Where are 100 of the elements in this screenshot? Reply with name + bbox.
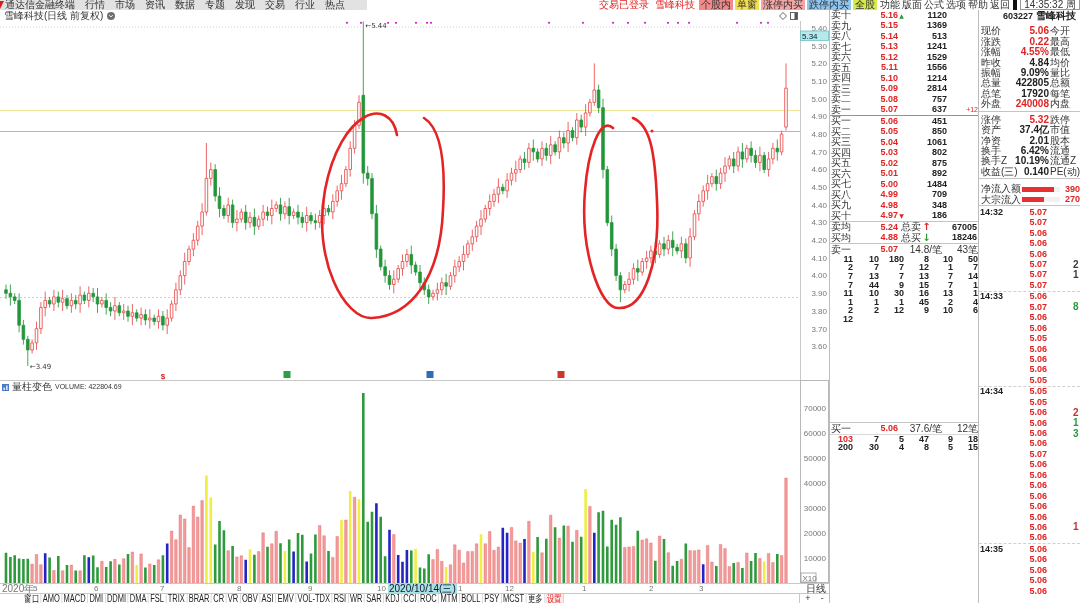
indicator-tab[interactable]: SAR: [364, 594, 384, 603]
tick-price: 5.05: [1028, 375, 1047, 385]
axis-label: 2: [649, 584, 654, 593]
indicator-tab[interactable]: 更多: [526, 594, 546, 603]
indicator-tab[interactable]: ROC: [418, 594, 439, 603]
menu-item[interactable]: 数据: [175, 0, 195, 10]
ask-price: 5.08: [879, 94, 898, 104]
bid-volume: 1484: [925, 179, 947, 189]
quote-label: 涨幅: [981, 47, 1001, 58]
queue-order: 7: [972, 263, 978, 273]
queue-order: 12: [918, 263, 929, 273]
queue-order: 7: [847, 280, 853, 290]
indicator-tab[interactable]: RSI: [332, 594, 349, 603]
indicator-tab[interactable]: DMI: [87, 594, 106, 603]
tick-price: 5.06: [1028, 408, 1047, 418]
queue-order: 47: [918, 434, 929, 444]
indicator-tab[interactable]: TRIX: [166, 594, 188, 603]
indicator-tab[interactable]: VR: [226, 594, 241, 603]
tick-price: 5.06: [1028, 292, 1047, 302]
menu-item[interactable]: 行业: [295, 0, 315, 10]
quote-label: 净资: [981, 135, 1001, 146]
indicator-tab[interactable]: EMV: [275, 594, 296, 603]
indicator-tab[interactable]: DMA: [128, 594, 149, 603]
menu-item[interactable]: 公式: [923, 0, 946, 10]
quote-label: 均价: [1050, 57, 1071, 68]
indicator-tab[interactable]: OBV: [240, 594, 261, 603]
indicator-tab[interactable]: 窗口: [22, 594, 42, 603]
queue-order: 7: [898, 263, 904, 273]
menu-item[interactable]: 交易: [265, 0, 285, 10]
indicator-tab[interactable]: CR: [211, 594, 227, 603]
quick-button[interactable]: 全股: [853, 0, 878, 10]
tick-price: 5.06: [1028, 313, 1047, 323]
indicator-tab[interactable]: DDMI: [105, 594, 129, 603]
axis-label: 4.50: [811, 183, 827, 193]
bid-price: 5.05: [879, 127, 898, 137]
queue-order: 1: [972, 289, 978, 299]
queue-order: 200: [836, 443, 853, 453]
ask-price: 5.10: [879, 73, 898, 83]
queue-order: 30: [868, 443, 879, 453]
ask-level-label: 卖十: [831, 10, 852, 21]
indicator-tab[interactable]: MTM: [438, 594, 460, 603]
quick-button[interactable]: 涨停内买: [761, 0, 806, 10]
queue-order: 1: [847, 297, 853, 307]
indicator-tab[interactable]: ASI: [260, 594, 276, 603]
indicator-tab[interactable]: BOLL: [459, 594, 483, 603]
event-dot-icon: [766, 21, 770, 24]
bid-volume: 186: [930, 211, 947, 221]
indicator-tab[interactable]: CCI: [401, 594, 419, 603]
indicator-tab[interactable]: WR: [348, 594, 365, 603]
menu-item[interactable]: 发现: [235, 0, 255, 10]
tick-volume: 1: [1073, 269, 1079, 280]
queue-price: 5.06: [879, 424, 898, 433]
quote-value: 0.140: [1022, 166, 1049, 177]
tick-time: 14:33: [980, 292, 1004, 302]
queue-order: 2: [847, 306, 853, 316]
queue-order: 9: [923, 306, 929, 316]
indicator-tab[interactable]: MACD: [62, 594, 88, 603]
menu-item[interactable]: 帮助: [967, 0, 990, 10]
total-label: 总买: [901, 232, 922, 243]
indicator-tab[interactable]: AMO: [41, 594, 63, 603]
menu-item[interactable]: 专题: [205, 0, 225, 10]
axis-label: 4.70: [811, 147, 827, 157]
tick-price: 5.06: [1028, 555, 1047, 565]
menu-item[interactable]: 热点: [325, 0, 345, 10]
indicator-tab[interactable]: KDJ: [383, 594, 402, 603]
queue-order: 10: [942, 306, 953, 316]
quick-button[interactable]: 个股内: [699, 0, 734, 10]
axis-label: 4.10: [811, 253, 827, 263]
queue-order: 8: [923, 254, 929, 264]
quote-label: 昨收: [981, 57, 1001, 68]
bid-level-label: 买二: [831, 126, 852, 137]
menu-item[interactable]: 资讯: [145, 0, 165, 10]
tick-price: 5.06: [1028, 544, 1047, 554]
indicator-tab[interactable]: BRAR: [187, 594, 212, 603]
quote-label: 今开: [1050, 26, 1071, 37]
menu-item[interactable]: 版面: [901, 0, 924, 10]
panel-icon[interactable]: [790, 11, 798, 20]
bid-level-label: 买四: [831, 147, 852, 158]
axis-label: 4.20: [811, 236, 827, 246]
indicator-tab[interactable]: FSL: [148, 594, 167, 603]
bar-chart-icon[interactable]: [2, 383, 9, 391]
menu-item[interactable]: 返回: [989, 0, 1012, 10]
menu-item[interactable]: 行情: [85, 0, 105, 10]
quick-button[interactable]: 单窗: [735, 0, 760, 10]
logo-icon: [0, 1, 4, 9]
bid-volume: 348: [930, 200, 947, 210]
indicator-tab[interactable]: VOL-TDX: [295, 594, 333, 603]
quick-button[interactable]: 跌停内买: [807, 0, 852, 10]
quote-label: 现价: [981, 26, 1001, 37]
zoom-button[interactable]: -: [818, 594, 826, 603]
menu-item[interactable]: 市场: [115, 0, 135, 10]
indicator-tab[interactable]: MCST: [501, 594, 527, 603]
menu-item[interactable]: 功能: [879, 0, 902, 10]
quote-label: 市值: [1050, 125, 1071, 136]
chevron-circle-icon[interactable]: [107, 11, 116, 20]
menu-item[interactable]: 选项: [945, 0, 968, 10]
indicator-tab[interactable]: PSY: [482, 594, 502, 603]
queue-order: 7: [847, 272, 853, 281]
indicator-tab[interactable]: 设置: [545, 594, 564, 603]
zoom-button[interactable]: +: [803, 594, 813, 603]
